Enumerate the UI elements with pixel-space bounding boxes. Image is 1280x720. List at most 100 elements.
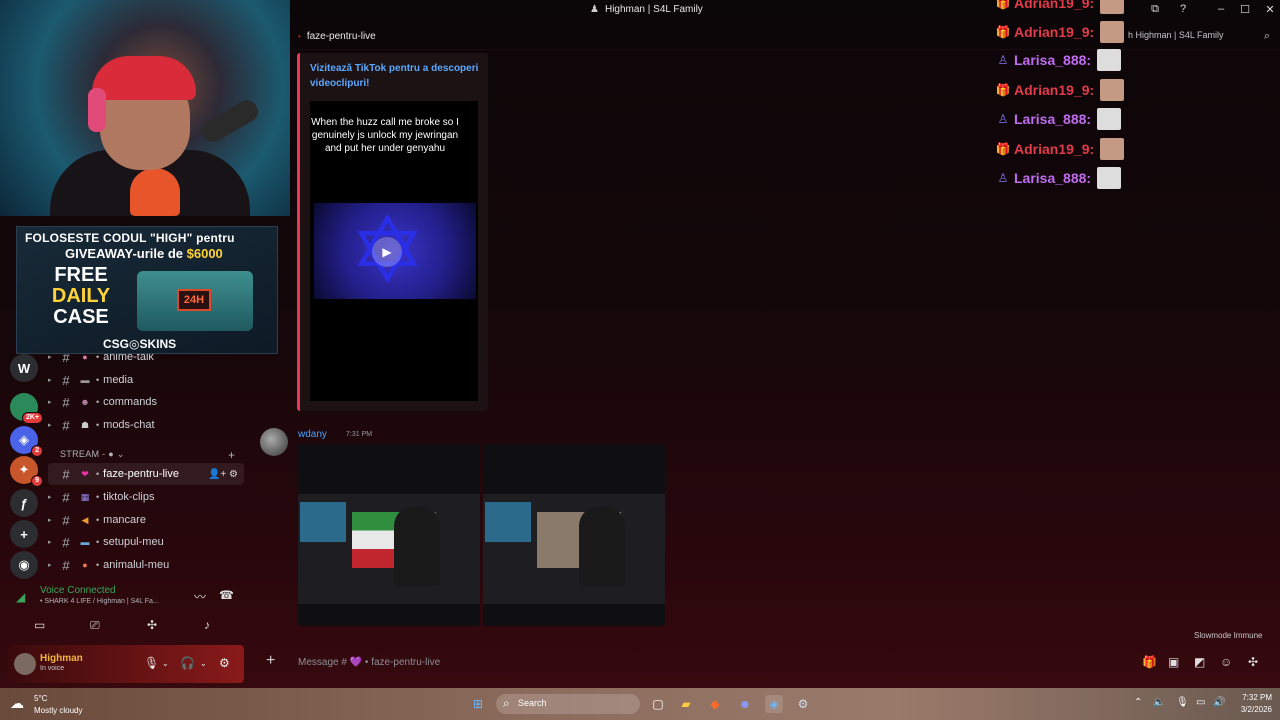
- overlay-chat-line: ♙ Larisa_888:: [994, 106, 1122, 132]
- gift-icon[interactable]: 🎁: [1142, 655, 1157, 669]
- chevron-up-icon[interactable]: ⌃: [1134, 697, 1142, 708]
- message-timestamp: 7:31 PM: [346, 431, 373, 438]
- channel-mancare[interactable]: ▸ # ◀ • mancare: [48, 509, 244, 531]
- channel-animalul-meu[interactable]: ▸ # ● • animalul-meu: [48, 554, 244, 576]
- overlay-chat-line: 🎁 Adrian19_9:: [994, 0, 1125, 16]
- server-icon-green[interactable]: 2K+: [10, 393, 43, 424]
- image-attachment[interactable]: [298, 444, 480, 626]
- channel-media[interactable]: ▸ # ▬ • media: [48, 369, 244, 391]
- voice-channel-label[interactable]: • SHARK 4 LIFE / Highman | S4L Fa...: [40, 598, 159, 605]
- add-server-button[interactable]: +: [10, 520, 38, 548]
- channel-tiktok-clips[interactable]: ▸ # ▦ • tiktok-clips: [48, 486, 244, 508]
- video-caption: When the huzz call me broke so I genuine…: [311, 117, 459, 154]
- activities-icon[interactable]: ✣: [147, 618, 157, 632]
- minimize-button[interactable]: –: [1213, 3, 1229, 15]
- user-panel: Highman In voice 🎙 ⌄ 🎧 ⌄ ⚙: [8, 645, 244, 683]
- server-icon-f[interactable]: ƒ: [10, 489, 38, 517]
- emoji-icon[interactable]: ☺: [1220, 655, 1232, 669]
- invite-settings-icons[interactable]: 👤+ ⚙: [208, 469, 238, 480]
- close-button[interactable]: ✕: [1262, 3, 1278, 16]
- emote-image: [1097, 108, 1122, 130]
- gif-icon[interactable]: ▣: [1168, 655, 1179, 669]
- headphones-icon[interactable]: 🎧: [180, 656, 195, 670]
- network-icon[interactable]: ▭: [1196, 697, 1205, 708]
- inbox-icon[interactable]: ⧉: [1147, 3, 1163, 16]
- file-explorer-icon[interactable]: ▰: [677, 695, 695, 713]
- badge: 2: [31, 445, 43, 457]
- start-icon[interactable]: ⊞: [469, 695, 487, 713]
- add-channel-icon[interactable]: +: [228, 448, 235, 462]
- play-icon[interactable]: ▶: [372, 237, 402, 267]
- voice-connected-label[interactable]: Voice Connected: [40, 585, 116, 596]
- clock[interactable]: 7:32 PM 3/2/2026: [1232, 692, 1272, 716]
- server-icon-orange[interactable]: ✦ 9: [10, 456, 43, 487]
- help-icon[interactable]: ?: [1175, 3, 1191, 15]
- soundboard-icon[interactable]: ♪: [204, 618, 210, 632]
- emote-image: [1097, 49, 1122, 71]
- disconnect-icon[interactable]: ☎: [219, 588, 234, 602]
- speaker-icon[interactable]: 🔈: [1153, 697, 1165, 708]
- avatar[interactable]: [14, 653, 36, 675]
- message-composer[interactable]: + Message # 💜 • faze-pentru-live 🎁 ▣ ◩ ☺…: [256, 648, 1276, 678]
- hash-icon: #: [62, 372, 70, 388]
- chevron-down-icon[interactable]: ⌄: [200, 659, 207, 668]
- hash-icon: #: [62, 512, 70, 528]
- discover-icon[interactable]: ◉: [10, 551, 38, 579]
- tiktok-embed[interactable]: Vizitează TikTok pentru a descoperi vide…: [297, 53, 488, 411]
- hash-icon: #: [62, 534, 70, 550]
- taskbar: ☁ 5°C Mostly cloudy ⊞ Search ▢ ▰ ◆ ☻ ◈ ⚙…: [0, 688, 1280, 720]
- cloud-icon: ☁: [10, 695, 24, 711]
- screen-share-icon[interactable]: ⎚: [90, 618, 100, 633]
- overlay-chat-line: ♙ Larisa_888:: [994, 47, 1122, 73]
- hash-icon: #: [62, 466, 70, 482]
- overlay-chat-line: 🎁 Adrian19_9:: [994, 77, 1125, 103]
- maximize-button[interactable]: ☐: [1237, 3, 1253, 16]
- settings-gear-icon[interactable]: ⚙: [219, 656, 230, 670]
- channel-header-name: faze-pentru-live: [298, 31, 376, 42]
- search-input[interactable]: h Highman | S4L Family ⌕: [1128, 30, 1274, 46]
- slowmode-label: Slowmode Immune: [1194, 631, 1263, 640]
- sticker-icon[interactable]: ◩: [1194, 655, 1205, 669]
- chevron-down-icon[interactable]: ⌄: [162, 659, 169, 668]
- add-attachment-icon[interactable]: +: [266, 652, 275, 670]
- search-placeholder: h Highman | S4L Family: [1128, 30, 1224, 40]
- search-icon: ⌕: [1263, 30, 1270, 42]
- steam-icon[interactable]: ⚙: [794, 695, 812, 713]
- embed-title[interactable]: Vizitează TikTok pentru a descoperi vide…: [310, 61, 482, 91]
- hash-icon: #: [62, 557, 70, 573]
- task-view-icon[interactable]: ▢: [649, 695, 667, 713]
- channel-commands[interactable]: ▸ # ☻ • commands: [48, 391, 244, 413]
- channel-faze-pentru-live[interactable]: # ❤ • faze-pentru-live 👤+ ⚙: [48, 463, 244, 485]
- server-icon-blue[interactable]: ◈ 2: [10, 426, 43, 457]
- overlay-chat-line: 🎁 Adrian19_9:: [994, 136, 1125, 162]
- ad-brand: CSG◎SKINS: [103, 337, 177, 351]
- apps-icon[interactable]: ✣: [1248, 655, 1258, 669]
- camera-icon[interactable]: ▭: [34, 618, 45, 632]
- discord-icon[interactable]: ☻: [736, 695, 754, 713]
- image-attachment[interactable]: [483, 444, 665, 626]
- channel-mods-chat[interactable]: ▸ # ☗ • mods-chat: [48, 414, 244, 436]
- emote-image: [1097, 167, 1122, 189]
- message-author[interactable]: wdany: [298, 429, 327, 440]
- channel-setupul-meu[interactable]: ▸ # ▬ • setupul-meu: [48, 531, 244, 553]
- avatar[interactable]: [260, 428, 288, 456]
- brave-icon[interactable]: ◆: [706, 695, 724, 713]
- app-icon[interactable]: ◈: [765, 695, 783, 713]
- hash-icon: #: [62, 417, 70, 433]
- mic-tray-icon[interactable]: 🎙: [1176, 697, 1189, 708]
- signal-icon[interactable]: ◢: [16, 590, 25, 604]
- voice-panel: ◢ Voice Connected • SHARK 4 LIFE / Highm…: [8, 582, 244, 642]
- emote-image: [1100, 21, 1125, 43]
- noise-suppression-icon[interactable]: 〰: [194, 588, 206, 605]
- category-stream[interactable]: STREAM - ● ⌄: [60, 449, 125, 460]
- taskbar-search[interactable]: Search: [496, 694, 640, 714]
- message-input[interactable]: Message # 💜 • faze-pentru-live: [298, 657, 440, 668]
- server-icon-w[interactable]: W: [10, 354, 38, 382]
- webcam-overlay: [0, 0, 290, 216]
- ad-free-daily-case: FREE DAILY CASE: [51, 264, 111, 328]
- user-status: In voice: [40, 665, 65, 672]
- weather-condition: Mostly cloudy: [34, 706, 83, 715]
- user-name[interactable]: Highman: [40, 653, 83, 664]
- volume-icon[interactable]: 🔊: [1213, 697, 1225, 708]
- microphone-icon[interactable]: 🎙: [144, 656, 159, 670]
